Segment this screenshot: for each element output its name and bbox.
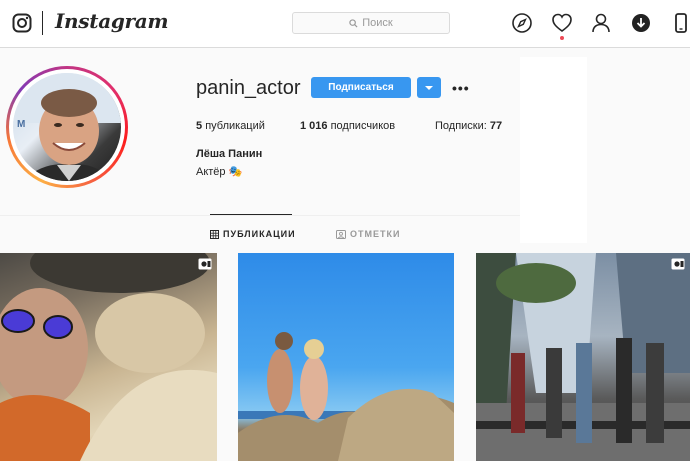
video-icon <box>671 258 685 270</box>
overlay-panel <box>520 57 587 243</box>
profile-full-name: Лёша Панин <box>196 148 263 160</box>
followers-stat[interactable]: 1 016 подписчиков <box>300 120 395 132</box>
logo-divider <box>42 11 43 35</box>
top-nav-bar: Instagram Поиск <box>0 0 690 48</box>
tab-publications-label: ПУБЛИКАЦИИ <box>223 229 296 239</box>
following-count: 77 <box>489 120 503 132</box>
posts-stat: 5 публикаций <box>196 120 265 132</box>
post-image-3 <box>476 253 690 461</box>
avatar-portrait: M <box>13 73 121 181</box>
followers-label: подписчиков <box>330 120 396 132</box>
compass-icon[interactable] <box>511 12 533 34</box>
posts-count: 5 <box>196 120 203 132</box>
avatar-story-ring[interactable]: M <box>6 66 128 188</box>
tag-icon <box>336 229 346 239</box>
following-label: Подписки: <box>435 120 487 132</box>
search-icon <box>349 18 358 28</box>
post-thumbnail[interactable] <box>238 253 454 461</box>
notification-dot <box>560 36 564 40</box>
suggestions-dropdown-button[interactable] <box>417 77 441 98</box>
tab-publications[interactable]: ПУБЛИКАЦИИ <box>210 229 296 239</box>
chevron-down-icon <box>425 85 433 90</box>
search-placeholder: Поиск <box>362 17 393 29</box>
followers-count: 1 016 <box>300 120 328 132</box>
video-icon <box>198 258 212 270</box>
grid-icon <box>210 229 219 239</box>
heart-icon[interactable] <box>551 12 573 34</box>
post-image-2 <box>238 332 454 461</box>
phone-icon[interactable] <box>670 12 690 34</box>
avatar: M <box>13 73 121 181</box>
posts-label: публикаций <box>205 120 265 132</box>
search-input[interactable]: Поиск <box>292 12 450 34</box>
profile-icon[interactable] <box>590 12 612 34</box>
tab-tagged-label: ОТМЕТКИ <box>350 229 401 239</box>
post-image-1 <box>0 253 217 461</box>
active-tab-indicator <box>210 214 292 215</box>
instagram-logo-icon[interactable] <box>12 13 32 33</box>
post-thumbnail[interactable] <box>476 253 690 461</box>
profile-username: panin_actor <box>196 77 301 99</box>
more-options-button[interactable]: ••• <box>452 80 470 96</box>
tabs-divider <box>0 215 520 216</box>
following-stat[interactable]: Подписки: 77 <box>435 120 502 132</box>
download-icon[interactable] <box>630 12 652 34</box>
svg-text:M: M <box>17 119 25 130</box>
tab-tagged[interactable]: ОТМЕТКИ <box>336 229 400 239</box>
profile-bio: Актёр 🎭 <box>196 166 243 178</box>
post-thumbnail[interactable] <box>0 253 217 461</box>
instagram-wordmark[interactable]: Instagram <box>55 9 169 33</box>
follow-button[interactable]: Подписаться <box>311 77 411 98</box>
